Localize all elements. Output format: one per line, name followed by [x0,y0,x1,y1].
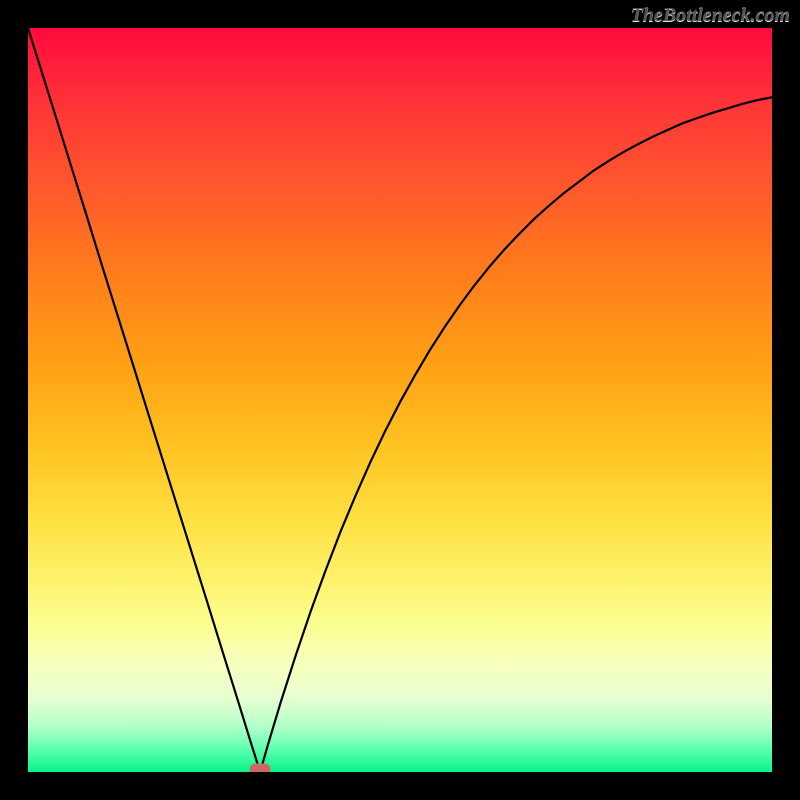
chart-frame: TheBottleneck.com [0,0,800,800]
watermark-label: TheBottleneck.com [631,4,790,27]
chart-svg [28,28,772,772]
minimum-marker [250,764,270,772]
curve-path [28,28,772,772]
plot-area [28,28,772,772]
